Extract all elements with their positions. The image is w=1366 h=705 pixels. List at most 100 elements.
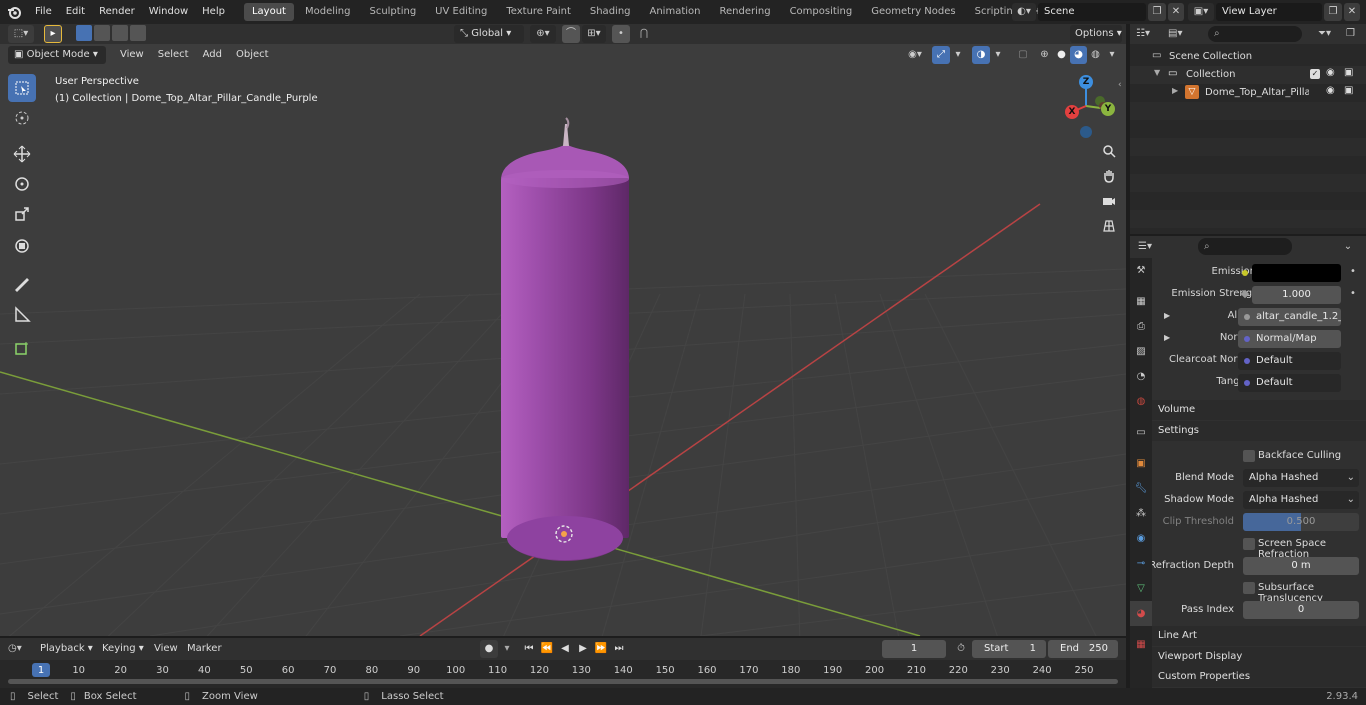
end-frame-field[interactable]: End 250 bbox=[1048, 640, 1118, 658]
menu-window[interactable]: Window bbox=[142, 0, 195, 24]
tab-sculpting[interactable]: Sculpting bbox=[361, 3, 424, 21]
use-preview-range-icon[interactable]: ⏱ bbox=[952, 640, 970, 658]
scene-name-field[interactable]: Scene bbox=[1038, 3, 1146, 21]
normal-expand-icon[interactable]: ▶ bbox=[1164, 333, 1170, 342]
timeline-view-menu[interactable]: View bbox=[154, 641, 178, 657]
measure-icon[interactable] bbox=[8, 300, 36, 328]
blender-logo-icon[interactable] bbox=[0, 0, 28, 24]
exclude-checkbox-icon[interactable]: ✓ bbox=[1310, 69, 1320, 79]
selection-mode-icons[interactable] bbox=[76, 25, 160, 43]
material-shading-icon[interactable]: ◕ bbox=[1070, 46, 1087, 64]
properties-options-icon[interactable]: ⌄ bbox=[1338, 239, 1358, 255]
tab-animation[interactable]: Animation bbox=[642, 3, 709, 21]
outliner-row-object[interactable]: ▶ ▽ Dome_Top_Altar_Pillar_C ◉ ▣ bbox=[1130, 84, 1366, 102]
pivot-dropdown-icon[interactable]: ⊕▾ bbox=[530, 25, 556, 43]
filter-icon[interactable]: ⏷▾ bbox=[1318, 26, 1342, 42]
marker-menu[interactable]: Marker bbox=[187, 641, 222, 657]
subsurface-translucency-checkbox[interactable] bbox=[1243, 582, 1255, 594]
object-render-camera-icon[interactable]: ▣ bbox=[1344, 85, 1353, 96]
overlay-dropdown-icon[interactable]: ▾ bbox=[991, 46, 1005, 64]
modifier-tab-icon[interactable]: 🔧︎ bbox=[1130, 476, 1152, 501]
collapse-sidebar-icon[interactable]: ‹ bbox=[1118, 80, 1126, 92]
new-collection-icon[interactable]: ❐ bbox=[1346, 26, 1362, 42]
snap-target-icon[interactable]: ⊞▾ bbox=[582, 25, 606, 43]
tangent-field[interactable]: Default bbox=[1238, 374, 1341, 392]
object-mode-dropdown[interactable]: ▣ Object Mode ▾ bbox=[8, 46, 106, 64]
tab-modeling[interactable]: Modeling bbox=[297, 3, 359, 21]
output-tab-icon[interactable]: ⎙ bbox=[1130, 314, 1152, 339]
material-tab-icon[interactable]: ◕ bbox=[1130, 601, 1152, 626]
hide-eye-icon[interactable]: ◉ bbox=[1326, 67, 1335, 78]
emission-strength-field[interactable]: 1.000 bbox=[1252, 286, 1341, 304]
outliner-search-input[interactable]: ⌕ bbox=[1208, 26, 1302, 42]
menu-select[interactable]: Select bbox=[152, 46, 195, 64]
record-options-icon[interactable]: ▾ bbox=[500, 640, 514, 658]
play-icon[interactable]: ▶ bbox=[574, 640, 592, 658]
menu-file[interactable]: File bbox=[28, 0, 59, 24]
view-layer-selector-icon[interactable]: ▣▾ bbox=[1188, 3, 1214, 21]
3d-viewport[interactable] bbox=[0, 44, 1126, 636]
keying-menu[interactable]: Keying ▾ bbox=[102, 641, 144, 657]
proportional-edit-icon[interactable]: • bbox=[612, 25, 630, 43]
jump-end-icon[interactable]: ⏭ bbox=[610, 640, 628, 658]
select-box-icon[interactable] bbox=[8, 74, 36, 102]
properties-search-input[interactable]: ⌕ bbox=[1198, 238, 1292, 255]
tab-compositing[interactable]: Compositing bbox=[782, 3, 861, 21]
alpha-field[interactable]: altar_candle_1.2_Re... bbox=[1238, 308, 1341, 326]
menu-view[interactable]: View bbox=[114, 46, 150, 64]
gizmo-x-icon[interactable]: X bbox=[1065, 105, 1079, 119]
record-icon[interactable]: ● bbox=[480, 640, 498, 658]
viewport-display-panel-header[interactable]: ▶ Viewport Display bbox=[1130, 647, 1366, 667]
render-tab-icon[interactable]: ▦ bbox=[1130, 289, 1152, 314]
start-frame-field[interactable]: Start 1 bbox=[972, 640, 1046, 658]
pan-hand-icon[interactable] bbox=[1098, 165, 1120, 187]
shadow-mode-dropdown[interactable]: Alpha Hashed ⌄ bbox=[1243, 491, 1359, 509]
menu-render[interactable]: Render bbox=[92, 0, 142, 24]
snap-icon[interactable]: ⌒ bbox=[562, 25, 580, 43]
normal-field[interactable]: Normal/Map bbox=[1238, 330, 1341, 348]
menu-help[interactable]: Help bbox=[195, 0, 232, 24]
timeline-scrollbar[interactable] bbox=[8, 679, 1118, 684]
collection-tab-icon[interactable]: ▭ bbox=[1130, 420, 1152, 445]
texture-tab-icon[interactable]: ▦ bbox=[1130, 632, 1152, 657]
alpha-expand-icon[interactable]: ▶ bbox=[1164, 311, 1170, 320]
orientation-dropdown[interactable]: ⤡ Global ▾ bbox=[454, 25, 524, 43]
gizmo-z-icon[interactable]: Z bbox=[1079, 75, 1093, 89]
expand-object-icon[interactable]: ▶ bbox=[1172, 86, 1178, 95]
world-tab-icon[interactable]: ◍ bbox=[1130, 389, 1152, 414]
scene-selector-icon[interactable]: ◐▾ bbox=[1012, 3, 1036, 21]
outliner-row-scene-collection[interactable]: ▭ Scene Collection bbox=[1130, 48, 1366, 66]
outliner-row-collection[interactable]: ▼ ▭ Collection ✓ ◉ ▣ bbox=[1130, 66, 1366, 84]
perspective-grid-icon[interactable] bbox=[1098, 215, 1120, 237]
line-art-panel-header[interactable]: ▶ Line Art bbox=[1130, 626, 1366, 646]
backface-culling-checkbox[interactable] bbox=[1243, 450, 1255, 462]
wireframe-shading-icon[interactable]: ⊕ bbox=[1036, 46, 1053, 64]
clearcoat-normal-field[interactable]: Default bbox=[1238, 352, 1341, 370]
new-selection-icon[interactable] bbox=[76, 25, 92, 41]
emission-color-swatch[interactable] bbox=[1252, 264, 1341, 282]
object-tab-icon[interactable]: ▣ bbox=[1130, 451, 1152, 476]
overlay-toggle-icon[interactable]: ◑ bbox=[972, 46, 990, 64]
delete-scene-icon[interactable]: ✕ bbox=[1168, 3, 1184, 21]
outliner-editor-icon[interactable]: ☷▾ bbox=[1136, 26, 1162, 42]
blend-mode-dropdown[interactable]: Alpha Hashed ⌄ bbox=[1243, 469, 1359, 487]
render-camera-icon[interactable]: ▣ bbox=[1344, 67, 1353, 78]
shading-dropdown-icon[interactable]: ▾ bbox=[1105, 46, 1119, 64]
annotate-icon[interactable] bbox=[8, 270, 36, 298]
volume-panel-header[interactable]: ▶ Volume bbox=[1130, 400, 1366, 420]
tab-geometry-nodes[interactable]: Geometry Nodes bbox=[863, 3, 963, 21]
tool-tab-icon[interactable]: ⚒ bbox=[1130, 258, 1152, 283]
rotate-icon[interactable] bbox=[8, 170, 36, 198]
screen-space-refraction-checkbox[interactable] bbox=[1243, 538, 1255, 550]
gizmo-toggle-icon[interactable]: ⤢ bbox=[932, 46, 950, 64]
move-icon[interactable] bbox=[8, 140, 36, 168]
play-reverse-icon[interactable]: ◀ bbox=[556, 640, 574, 658]
menu-object[interactable]: Object bbox=[230, 46, 275, 64]
timeline-editor-icon[interactable]: ◷▾ bbox=[8, 641, 34, 657]
scale-icon[interactable] bbox=[8, 200, 36, 228]
particles-tab-icon[interactable]: ⁂ bbox=[1130, 501, 1152, 526]
select-tool-icon[interactable]: ▸ bbox=[44, 25, 62, 43]
expand-collection-icon[interactable]: ▼ bbox=[1154, 68, 1160, 77]
extend-selection-icon[interactable] bbox=[94, 25, 110, 41]
xray-icon[interactable]: ▢ bbox=[1014, 46, 1032, 64]
